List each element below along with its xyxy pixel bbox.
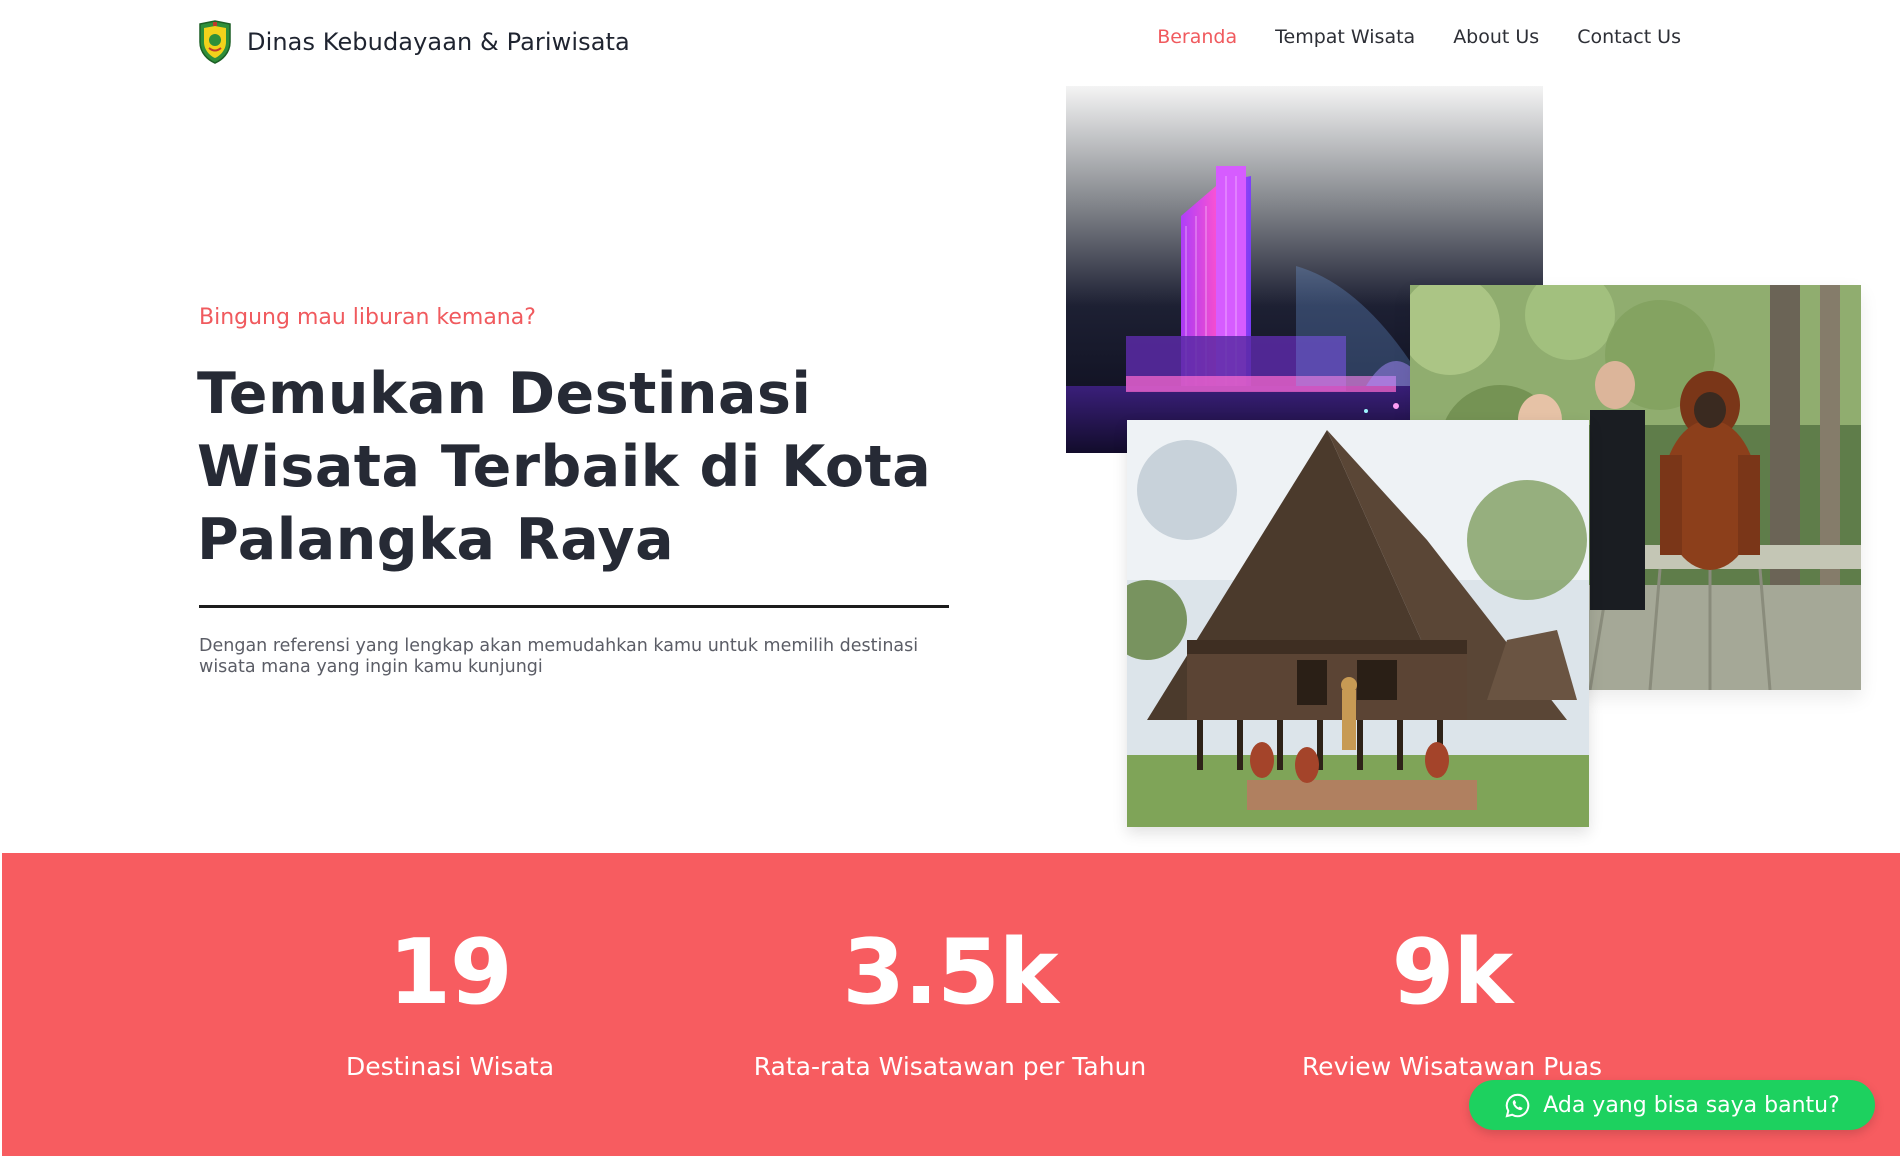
whatsapp-button-label: Ada yang bisa saya bantu? — [1543, 1092, 1840, 1118]
hero-eyebrow: Bingung mau liburan kemana? — [199, 305, 536, 330]
nav-item-contact-us[interactable]: Contact Us — [1577, 26, 1681, 48]
city-emblem-icon — [199, 20, 231, 64]
hero-title: Temukan Destinasi Wisata Terbaik di Kota… — [197, 361, 932, 573]
whatsapp-chat-button[interactable]: Ada yang bisa saya bantu? — [1469, 1080, 1875, 1130]
stat-label: Review Wisatawan Puas — [1301, 1052, 1603, 1081]
nav-item-tempat-wisata[interactable]: Tempat Wisata — [1275, 26, 1415, 48]
nav-item-about-us[interactable]: About Us — [1453, 26, 1539, 48]
stat-review: 9k Review Wisatawan Puas — [1292, 853, 1612, 1082]
tower-night-photo — [1066, 86, 1543, 453]
stat-value: 3.5k — [842, 920, 1058, 1025]
nav-item-beranda[interactable]: Beranda — [1157, 26, 1237, 48]
traditional-house-photo — [1127, 420, 1589, 827]
stat-label: Destinasi Wisata — [345, 1052, 555, 1081]
stat-wisatawan: 3.5k Rata-rata Wisatawan per Tahun — [750, 853, 1150, 1082]
orangutan-forest-photo — [1410, 285, 1861, 690]
brand[interactable]: Dinas Kebudayaan & Pariwisata — [197, 20, 630, 64]
main-nav: Beranda Tempat Wisata About Us Contact U… — [1157, 26, 1681, 48]
whatsapp-icon — [1505, 1093, 1530, 1117]
stat-label: Rata-rata Wisatawan per Tahun — [753, 1052, 1147, 1081]
brand-name: Dinas Kebudayaan & Pariwisata — [247, 28, 630, 56]
hero-divider — [199, 605, 949, 608]
stat-destinasi: 19 Destinasi Wisata — [330, 853, 570, 1082]
stat-value: 19 — [388, 920, 512, 1025]
hero-description: Dengan referensi yang lengkap akan memud… — [199, 636, 919, 677]
stat-value: 9k — [1391, 920, 1513, 1025]
